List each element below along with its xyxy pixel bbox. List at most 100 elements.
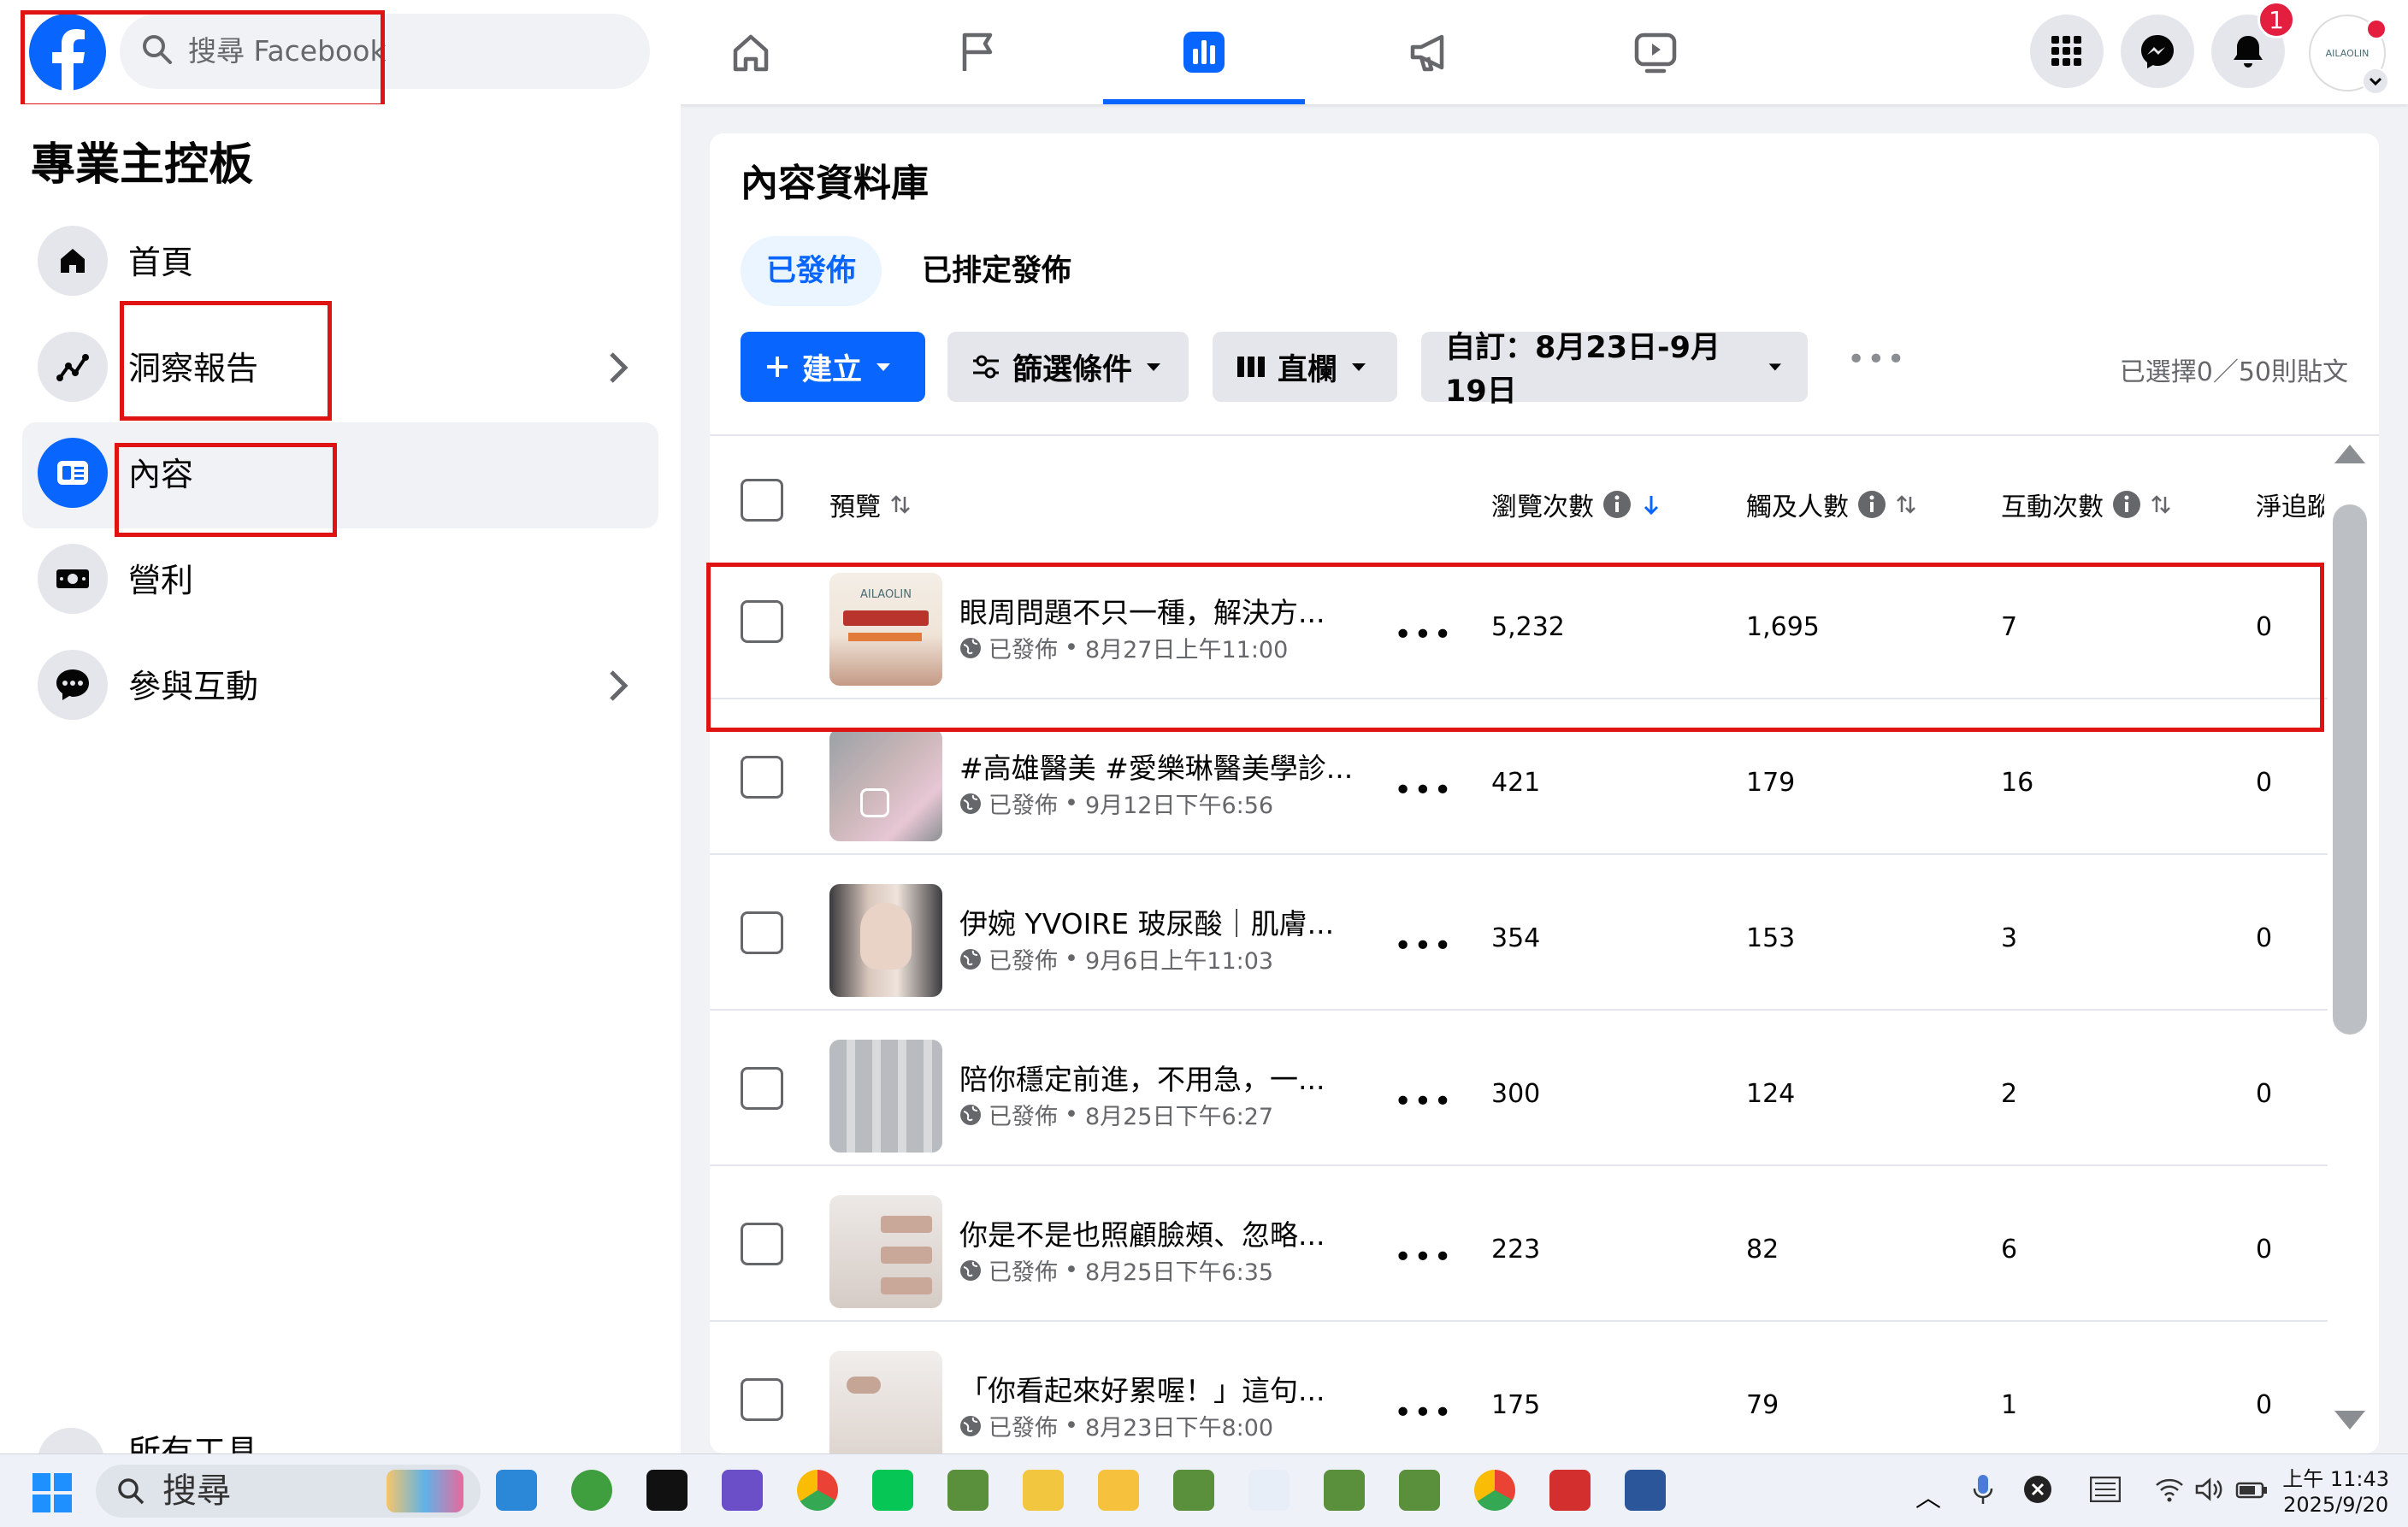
nav-tab-ads[interactable]	[1329, 0, 1531, 104]
search-tool-app-icon[interactable]	[1324, 1470, 1365, 1511]
column-reach[interactable]: 觸及人數	[1746, 486, 1917, 523]
battery-icon[interactable]	[2235, 1477, 2269, 1502]
row-more-icon[interactable]: •••	[1394, 1395, 1454, 1430]
scroll-down-arrow-icon[interactable]	[2331, 1407, 2369, 1433]
notifications-button[interactable]: 1	[2211, 1, 2295, 88]
post-title[interactable]: 「你看起來好累喔！」這句...	[959, 1368, 1325, 1409]
row-checkbox[interactable]	[741, 756, 783, 799]
divider	[710, 434, 2379, 436]
nav-tab-home[interactable]	[650, 0, 852, 104]
filter-button[interactable]: 篩選條件	[947, 332, 1189, 402]
sidebar-item-insights[interactable]: 洞察報告	[22, 316, 658, 422]
column-interactions[interactable]: 互動次數	[2001, 486, 2172, 523]
info-icon[interactable]	[1602, 490, 1632, 519]
profile-avatar[interactable]: AILAOLIN	[2309, 15, 2389, 95]
table-row[interactable]: 「你看起來好累喔！」這句... 已發佈 • 8月23日下午8:00 ••• 175…	[710, 1322, 2328, 1453]
sidebar-item-engagement[interactable]: 參與互動	[22, 634, 658, 740]
column-preview[interactable]: 預覽	[829, 486, 912, 523]
post-title[interactable]: 你是不是也照顧臉頰、忽略...	[959, 1212, 1325, 1253]
create-button[interactable]: 建立	[741, 332, 925, 402]
scroll-up-arrow-icon[interactable]	[2331, 441, 2369, 467]
top-navigation-bar: 搜尋 Facebook 1 AILAOLIN	[0, 0, 2408, 108]
date-range-button[interactable]: 自訂：8月23日-9月19日	[1421, 331, 1808, 409]
chrome-app-icon[interactable]	[1474, 1470, 1515, 1511]
close-circle-icon[interactable]	[2023, 1475, 2052, 1504]
mail-app-icon[interactable]	[1023, 1470, 1064, 1511]
chevron-down-icon[interactable]	[2362, 68, 2389, 95]
ccleaner-app-icon[interactable]	[571, 1470, 612, 1511]
windows-start-icon[interactable]	[32, 1473, 72, 1512]
sidebar-item-monetization[interactable]: 營利	[22, 528, 658, 634]
nav-tab-dashboard[interactable]	[1103, 0, 1305, 104]
tab-scheduled[interactable]: 已排定發佈	[896, 236, 1097, 306]
search-tool-app-icon[interactable]	[1173, 1470, 1214, 1511]
tab-published[interactable]: 已發佈	[741, 236, 882, 306]
select-all-checkbox[interactable]	[741, 479, 783, 522]
notepad-app-icon[interactable]	[496, 1470, 537, 1511]
row-more-icon[interactable]: •••	[1394, 773, 1454, 808]
interactions-cell: 2	[2001, 1079, 2018, 1109]
sidebar-item-home[interactable]: 首頁	[22, 210, 658, 316]
row-more-icon[interactable]: •••	[1394, 1084, 1454, 1119]
post-title[interactable]: 伊婉 YVOIRE 玻尿酸｜肌膚...	[959, 901, 1334, 942]
search-highlight-icon	[387, 1470, 463, 1512]
word-app-icon[interactable]	[1625, 1470, 1666, 1511]
reach-cell: 179	[1746, 768, 1796, 798]
post-thumbnail[interactable]	[829, 1195, 942, 1308]
row-checkbox[interactable]	[741, 1067, 783, 1110]
views-cell: 175	[1491, 1390, 1541, 1420]
taskbar-search[interactable]: 搜尋	[96, 1465, 481, 1518]
column-views[interactable]: 瀏覽次數	[1491, 486, 1662, 523]
post-date: 9月6日上午11:03	[1084, 948, 1274, 975]
caret-down-icon	[1352, 363, 1366, 371]
wifi-icon[interactable]	[2155, 1477, 2184, 1502]
table-row[interactable]: 陪你穩定前進，不用急，一... 已發佈 • 8月25日下午6:27 ••• 300…	[710, 1011, 2328, 1166]
post-thumbnail[interactable]	[829, 884, 942, 997]
post-thumbnail[interactable]	[829, 728, 942, 841]
nav-tab-pages[interactable]	[877, 0, 1079, 104]
row-checkbox[interactable]	[741, 911, 783, 954]
info-icon[interactable]	[1857, 490, 1886, 519]
post-title[interactable]: #高雄醫美 #愛樂琳醫美學診...	[959, 746, 1353, 787]
column-net-follows[interactable]: 淨追蹤	[2256, 486, 2324, 523]
post-title[interactable]: 陪你穩定前進，不用急，一...	[959, 1057, 1325, 1098]
row-checkbox[interactable]	[741, 1223, 783, 1265]
globe-icon	[960, 1415, 981, 1436]
row-checkbox[interactable]	[741, 1378, 783, 1421]
column-label: 瀏覽次數	[1491, 492, 1594, 522]
file-explorer-icon[interactable]	[1098, 1470, 1139, 1511]
system-clock[interactable]: 上午 11:43 2025/9/20	[2282, 1466, 2389, 1518]
menu-grid-button[interactable]	[2030, 15, 2104, 88]
microphone-icon[interactable]	[1972, 1473, 1994, 1507]
reel-icon	[860, 788, 889, 817]
post-thumbnail[interactable]	[829, 1040, 942, 1153]
chevron-right-icon	[597, 665, 638, 706]
chevron-up-icon[interactable]: ︿	[1915, 1477, 1941, 1514]
capcut-app-icon[interactable]	[646, 1470, 688, 1511]
search-tool-app-icon[interactable]	[1399, 1470, 1440, 1511]
scrollbar-thumb[interactable]	[2333, 504, 2367, 1035]
more-options-icon[interactable]: •••	[1847, 342, 1907, 377]
chrome-app-icon[interactable]	[797, 1470, 838, 1511]
table-row[interactable]: 伊婉 YVOIRE 玻尿酸｜肌膚... 已發佈 • 9月6日上午11:03 •••…	[710, 855, 2328, 1011]
line-app-icon[interactable]	[872, 1470, 913, 1511]
post-meta: 已發佈 • 8月25日下午6:27	[959, 1098, 1273, 1131]
keyboard-icon[interactable]	[2090, 1477, 2121, 1502]
document-app-icon[interactable]	[1248, 1470, 1290, 1511]
info-icon[interactable]	[2112, 490, 2141, 519]
net-follows-cell: 0	[2256, 1235, 2273, 1265]
post-thumbnail[interactable]	[829, 1351, 942, 1453]
messenger-button[interactable]	[2121, 15, 2194, 88]
teams-app-icon[interactable]	[722, 1470, 763, 1511]
nav-tab-video[interactable]	[1555, 0, 1756, 104]
row-more-icon[interactable]: •••	[1394, 929, 1454, 964]
views-cell: 223	[1491, 1235, 1541, 1265]
columns-button[interactable]: 直欄	[1213, 332, 1397, 402]
xmind-app-icon[interactable]	[1549, 1470, 1591, 1511]
search-tool-app-icon[interactable]	[947, 1470, 989, 1511]
table-row[interactable]: 你是不是也照顧臉頰、忽略... 已發佈 • 8月25日下午6:35 ••• 223…	[710, 1166, 2328, 1322]
volume-icon[interactable]	[2194, 1477, 2223, 1502]
sidebar-item-all-tools[interactable]: 所有工具	[128, 1435, 258, 1453]
row-more-icon[interactable]: •••	[1394, 1240, 1454, 1275]
dashboard-chart-icon	[1183, 32, 1225, 73]
